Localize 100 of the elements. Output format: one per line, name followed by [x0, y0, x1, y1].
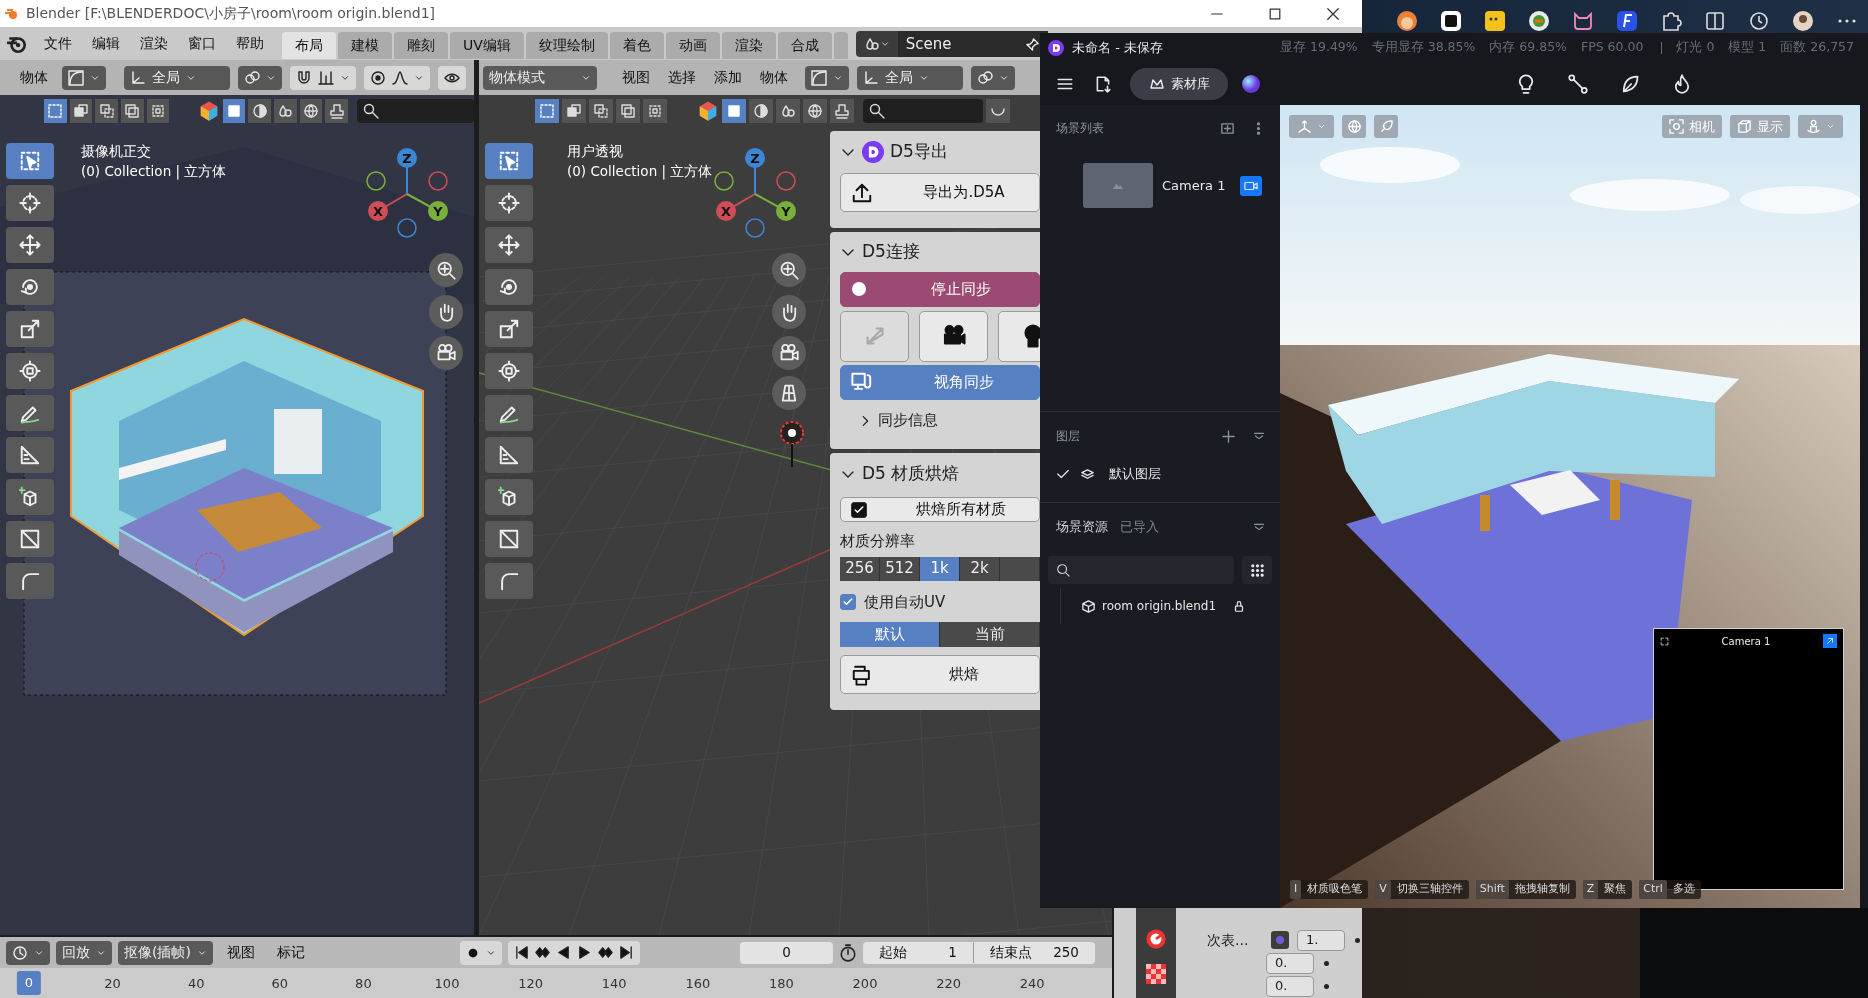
- frame-number: 120: [517, 975, 544, 993]
- number-field[interactable]: 0.: [1266, 952, 1314, 974]
- mode-option[interactable]: 默认: [840, 622, 940, 647]
- start-frame-field[interactable]: 起始 1: [862, 942, 974, 963]
- status-text: 面数 26,757: [1780, 38, 1854, 57]
- shortcut-action: 切换三轴控件: [1396, 881, 1463, 898]
- resolution-option[interactable]: 1k: [920, 556, 960, 581]
- frame-number: 20: [103, 975, 122, 993]
- view-sync-button[interactable]: 视角同步: [840, 364, 1040, 401]
- menu-item[interactable]: 物体: [751, 67, 797, 88]
- resolution-option[interactable]: 512: [880, 556, 920, 581]
- library-button[interactable]: 素材库: [1130, 67, 1228, 100]
- axis-label: Y: [781, 204, 791, 219]
- menu-item[interactable]: 编辑: [82, 27, 130, 60]
- frame-number: 200: [851, 975, 879, 993]
- workspace-tab[interactable]: 渲染: [721, 32, 776, 59]
- frame-number: 160: [684, 975, 712, 993]
- workspace-tab[interactable]: 纹理绘制: [525, 32, 608, 59]
- section-tab[interactable]: 已导入: [1120, 517, 1159, 537]
- property-label: 次表...: [1207, 930, 1250, 950]
- menu-item[interactable]: 添加: [705, 67, 751, 88]
- status-text: 专用显存 38.85%: [1371, 38, 1476, 57]
- workspace-tab[interactable]: 雕刻: [394, 32, 448, 59]
- frame-number: 140: [600, 975, 628, 993]
- collection-label: (0) Collection | 立方体: [567, 162, 713, 182]
- preview-title: Camera 1: [1720, 634, 1772, 649]
- status-text: 显存 19.49%: [1280, 38, 1358, 57]
- current-frame-field[interactable]: 0: [739, 941, 833, 964]
- layer-name[interactable]: 默认图层: [1109, 464, 1161, 484]
- menu-item[interactable]: 渲染: [130, 27, 178, 60]
- camera-name[interactable]: Camera 1: [1162, 175, 1232, 196]
- mode-dropdown[interactable]: 物体模式: [483, 65, 597, 90]
- export-button[interactable]: 导出为.D5A: [840, 173, 1040, 212]
- number-field[interactable]: 0.: [1266, 975, 1314, 997]
- stop-sync-button[interactable]: 停止同步: [840, 271, 1040, 307]
- workspace-tab[interactable]: 着色: [609, 32, 664, 59]
- field-value: 1: [948, 943, 957, 963]
- workspace-tab[interactable]: 合成: [777, 32, 832, 59]
- panel-title: D5连接: [862, 240, 920, 264]
- end-frame-field[interactable]: 结束点 250: [973, 942, 1095, 963]
- key-label: Ctrl: [1639, 880, 1667, 899]
- mode-option[interactable]: 当前: [940, 622, 1040, 647]
- frame-number: 0: [16, 971, 42, 995]
- menu-item[interactable]: 帮助: [226, 27, 274, 60]
- axis-label: Z: [402, 151, 412, 166]
- window-title: 未命名 - 未保存: [1072, 38, 1164, 57]
- shortcut-action: 材质吸色笔: [1307, 881, 1363, 898]
- frame-number: 40: [186, 975, 206, 993]
- key-label: I: [1290, 880, 1302, 899]
- axis-label: Y: [433, 204, 443, 219]
- orientation-dropdown[interactable]: 全局: [857, 65, 963, 90]
- frame-number: 100: [433, 975, 461, 993]
- number-field[interactable]: 1.: [1297, 929, 1345, 951]
- checkbox-label: 烘焙所有材质: [915, 499, 1007, 521]
- view-name: 摄像机正交: [81, 142, 151, 161]
- shortcut-action: 聚焦: [1604, 881, 1627, 898]
- keying-dropdown[interactable]: 抠像(插帧): [118, 940, 213, 965]
- sync-info-toggle[interactable]: 同步信息: [878, 409, 938, 432]
- playback-dropdown[interactable]: 回放: [56, 940, 112, 965]
- collection-label: (0) Collection | 立方体: [81, 162, 227, 182]
- menu-item[interactable]: 标记: [268, 942, 313, 963]
- menu-item[interactable]: 窗口: [178, 27, 226, 60]
- workspace-tab[interactable]: 布局: [282, 32, 336, 59]
- section-title: 场景列表: [1056, 120, 1104, 137]
- mode-label: 物体: [19, 68, 49, 87]
- axis-label: X: [373, 204, 383, 219]
- status-text: 内存 69.85%: [1489, 38, 1567, 57]
- menu-item[interactable]: 选择: [659, 67, 705, 88]
- menu-item[interactable]: 视图: [613, 67, 659, 88]
- asset-name[interactable]: room origin.blend1: [1102, 597, 1226, 615]
- field-label: 结束点: [989, 943, 1032, 963]
- bake-button[interactable]: 烘焙: [840, 655, 1040, 694]
- menu-item[interactable]: 视图: [218, 942, 263, 963]
- resolution-option[interactable]: 2k: [960, 556, 1000, 581]
- axis-label: X: [721, 204, 731, 219]
- menu-item[interactable]: 文件: [34, 27, 82, 60]
- shortcut-action: 拖拽轴复制: [1514, 881, 1570, 898]
- shortcut-action: 多选: [1672, 881, 1695, 898]
- orientation-dropdown[interactable]: 全局: [124, 65, 230, 90]
- field-label: 材质分辨率: [840, 531, 916, 552]
- status-text: FPS 60.00: [1581, 38, 1644, 57]
- status-text: 模型 1: [1728, 38, 1767, 57]
- scene-field[interactable]: Scene: [897, 31, 1048, 57]
- workspace-tab[interactable]: UV编辑: [450, 32, 524, 59]
- window-title: Blender [F:\BLENDERDOC\小房子\room\room origin.blend1]: [26, 4, 436, 23]
- panel-title: D5 材质烘焙: [862, 462, 960, 486]
- key-label: V: [1375, 880, 1391, 899]
- section-tab[interactable]: 场景资源: [1056, 517, 1108, 537]
- view-name: 用户透视: [567, 142, 623, 161]
- workspace-tab[interactable]: 动画: [665, 32, 720, 59]
- axis-label: Z: [750, 151, 760, 166]
- frame-number: 220: [935, 975, 962, 993]
- frame-number: 80: [354, 975, 373, 993]
- resolution-option[interactable]: 256: [840, 556, 880, 581]
- field-value: 250: [1053, 943, 1079, 963]
- section-title: 图层: [1056, 428, 1080, 445]
- key-label: Shift: [1475, 880, 1509, 899]
- frame-number: 60: [270, 975, 290, 993]
- status-text: 灯光 0: [1676, 38, 1715, 57]
- workspace-tab[interactable]: 建模: [338, 32, 392, 59]
